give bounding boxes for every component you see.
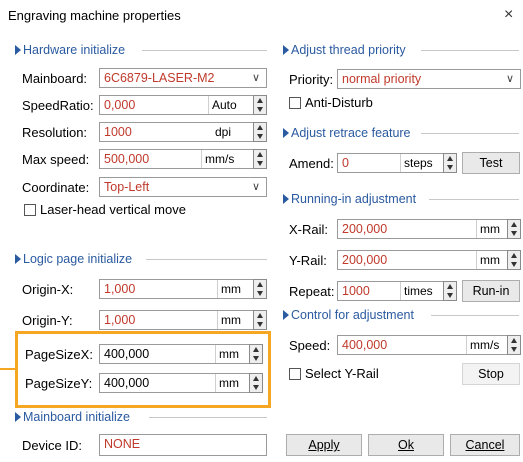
maxspeed-value: 500,000 [104, 152, 150, 166]
originy-unit: mm [217, 311, 241, 329]
yrail-input[interactable]: 200,000 mm [337, 250, 521, 270]
originx-spinner[interactable] [253, 279, 267, 299]
xrail-value: 200,000 [342, 222, 388, 236]
section-arrow-icon [283, 128, 289, 138]
yrail-label: Y-Rail: [289, 253, 327, 268]
speed-input[interactable]: 400,000 mm/s [337, 335, 521, 355]
apply-button[interactable]: Apply [286, 434, 362, 456]
coordinate-value: Top-Left [104, 180, 150, 194]
originx-unit: mm [217, 280, 241, 298]
amend-value: 0 [342, 156, 349, 170]
originy-value: 1,000 [104, 313, 136, 327]
resolution-unit: dpi [215, 125, 232, 139]
speedratio-unit: Auto [208, 96, 237, 114]
section-logic-page-initialize: Logic page initialize [15, 252, 267, 266]
yrail-value: 200,000 [342, 253, 388, 267]
priority-select[interactable]: normal priority ∨ [337, 69, 521, 89]
maxspeed-unit: mm/s [201, 150, 234, 168]
pagesize-highlight [15, 331, 271, 408]
chevron-down-icon: ∨ [505, 73, 514, 85]
repeat-input[interactable]: 1000 times [337, 281, 457, 301]
speedratio-label: SpeedRatio: [22, 98, 94, 113]
speed-value: 400,000 [342, 338, 388, 352]
priority-label: Priority: [289, 72, 334, 87]
section-arrow-icon [15, 254, 21, 264]
speedratio-value: 0,000 [104, 98, 136, 112]
speed-unit: mm/s [466, 336, 499, 354]
ok-button[interactable]: Ok [368, 434, 444, 456]
pagesize-highlight-pointer [0, 368, 16, 370]
section-arrow-icon [283, 45, 289, 55]
deviceid-label: Device ID: [22, 438, 82, 453]
speed-spinner[interactable] [507, 335, 521, 355]
section-control-for-adjustment: Control for adjustment [283, 308, 519, 322]
xrail-spinner[interactable] [507, 219, 521, 239]
amend-unit: steps [400, 154, 433, 172]
mainboard-value: 6C6879-LASER-M2 [104, 71, 215, 85]
repeat-spinner[interactable] [443, 281, 457, 301]
antidisturb-label: Anti-Disturb [305, 95, 373, 110]
stop-button[interactable]: Stop [462, 363, 520, 385]
deviceid-value: NONE [104, 437, 141, 451]
selectyrail-label: Select Y-Rail [305, 366, 379, 381]
section-adjust-thread-priority: Adjust thread priority [283, 43, 519, 57]
resolution-value: 1000 [104, 125, 132, 139]
section-running-in-adjustment: Running-in adjustment [283, 192, 519, 206]
speed-label: Speed: [289, 338, 331, 353]
originx-value: 1,000 [104, 282, 136, 296]
antidisturb-checkbox[interactable] [289, 97, 301, 109]
selectyrail-checkbox[interactable] [289, 368, 301, 380]
chevron-down-icon: ∨ [251, 181, 260, 193]
section-arrow-icon [283, 194, 289, 204]
test-button[interactable]: Test [462, 152, 520, 174]
section-arrow-icon [283, 310, 289, 320]
speedratio-input[interactable]: 0,000 Auto [99, 95, 267, 115]
xrail-input[interactable]: 200,000 mm [337, 219, 521, 239]
mainboard-label: Mainboard: [22, 71, 88, 86]
mainboard-select[interactable]: 6C6879-LASER-M2 ∨ [99, 68, 267, 88]
section-arrow-icon [15, 412, 21, 422]
xrail-label: X-Rail: [289, 222, 329, 237]
window-title: Engraving machine properties [8, 8, 181, 23]
close-icon[interactable]: × [504, 6, 513, 24]
originy-input[interactable]: 1,000 mm [99, 310, 267, 330]
maxspeed-spinner[interactable] [253, 149, 267, 169]
yrail-unit: mm [476, 251, 500, 269]
laserhead-checkbox[interactable] [24, 204, 36, 216]
amend-input[interactable]: 0 steps [337, 153, 457, 173]
repeat-value: 1000 [342, 284, 370, 298]
originy-label: Origin-Y: [22, 313, 73, 328]
section-hardware-initialize: Hardware initialize [15, 43, 267, 57]
runin-button[interactable]: Run-in [462, 280, 520, 302]
chevron-down-icon: ∨ [251, 72, 260, 84]
resolution-spinner[interactable] [253, 122, 267, 142]
laserhead-label: Laser-head vertical move [40, 202, 186, 217]
originx-label: Origin-X: [22, 282, 74, 297]
resolution-label: Resolution: [22, 125, 88, 140]
coordinate-select[interactable]: Top-Left ∨ [99, 177, 267, 197]
speedratio-spinner[interactable] [253, 95, 267, 115]
priority-value: normal priority [342, 72, 422, 86]
coordinate-label: Coordinate: [22, 180, 90, 195]
amend-label: Amend: [289, 156, 334, 171]
amend-spinner[interactable] [443, 153, 457, 173]
repeat-unit: times [400, 282, 433, 300]
deviceid-input[interactable]: NONE [99, 434, 267, 456]
xrail-unit: mm [476, 220, 500, 238]
yrail-spinner[interactable] [507, 250, 521, 270]
section-adjust-retrace-feature: Adjust retrace feature [283, 126, 519, 140]
originy-spinner[interactable] [253, 310, 267, 330]
section-arrow-icon [15, 45, 21, 55]
maxspeed-input[interactable]: 500,000 mm/s [99, 149, 267, 169]
section-mainboard-initialize: Mainboard initialize [15, 410, 267, 424]
resolution-input[interactable]: 1000 dpi [99, 122, 267, 142]
cancel-button[interactable]: Cancel [450, 434, 520, 456]
maxspeed-label: Max speed: [22, 152, 90, 167]
repeat-label: Repeat: [289, 284, 335, 299]
originx-input[interactable]: 1,000 mm [99, 279, 267, 299]
